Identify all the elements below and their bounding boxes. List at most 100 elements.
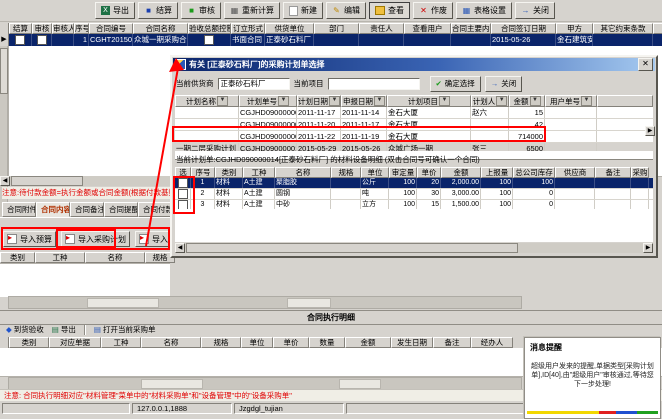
col-header[interactable]: 序号 [191,167,215,178]
col-header[interactable]: 单价 [273,337,309,348]
select-checkbox[interactable] [178,189,188,199]
col-header[interactable]: 计划日期▼ [297,95,341,107]
col-header[interactable]: 类别 [9,337,49,348]
scroll-right-icon[interactable]: ▶ [643,243,653,253]
col-header[interactable]: 对应单据 [49,337,101,348]
filter-arrow-icon[interactable]: ▼ [439,96,450,106]
col-header[interactable]: 总公司库存 [513,167,555,178]
import-budget-button[interactable]: 导入预算 [3,231,56,247]
project-input[interactable] [328,78,420,90]
col-header[interactable]: 单位 [241,337,273,348]
scrollbar-thumb[interactable] [11,176,83,186]
col-header[interactable]: 工种 [101,337,141,348]
col-header[interactable]: 序号 [74,23,89,34]
col-header[interactable]: 计划项目▼ [387,95,471,107]
col-header[interactable]: 验收总额控制 [188,23,231,34]
col-header[interactable]: 工种 [243,167,275,178]
open-current-po-button[interactable]: ▤打开当前采购单 [94,324,156,335]
arrival-acceptance-button[interactable]: ◆到货验收 [6,324,44,335]
settle-checkbox[interactable] [15,35,25,45]
tab-contract-attachment[interactable]: 合同附件 [2,202,36,217]
left-horizontal-scrollbar[interactable]: ◀ [0,176,170,186]
detail-row-selected[interactable]: 1 材料 A土建 聚脂胶 公斤 100 20 2,000.00 100 100 [175,178,653,189]
col-header[interactable]: 数量 [309,337,345,348]
col-header[interactable]: 类别 [0,252,35,263]
col-header[interactable]: 备注 [433,337,471,348]
col-header[interactable]: 合同编号 [89,23,133,34]
col-header[interactable]: 规格 [201,337,241,348]
col-header[interactable]: 工种 [35,252,85,263]
new-button[interactable]: 新建 [283,2,323,19]
plan-row[interactable]: CGJHD090000001 2011-11-17 2011-11-14 金石大… [175,107,653,119]
col-header[interactable]: 审核 [32,23,52,34]
col-header[interactable]: 合同主要内容 [451,23,491,34]
edit-button[interactable]: ✎编辑 [326,2,366,19]
tab-contract-payment[interactable]: 合同付款 [138,202,172,217]
col-header[interactable]: 应收 [653,23,662,34]
col-header[interactable]: 上报量 [481,167,513,178]
col-header[interactable]: 合同名称 [133,23,188,34]
col-header[interactable]: 计划单号▼ [239,95,297,107]
export-exec-button[interactable]: ▤导出 [52,324,76,335]
import-purchase-plan-button[interactable]: 导入采购计划 [61,231,130,247]
col-header[interactable]: 名称 [85,252,145,263]
confirm-select-button[interactable]: ✔确定选择 [430,76,481,92]
plan-row[interactable]: CGJHD090000002 2011-11-20 2011-11-17 金石大… [175,119,653,131]
tab-contract-content[interactable]: 合同内容 [36,202,70,217]
recalculate-button[interactable]: ▦重新计算 [224,2,280,19]
col-header[interactable]: 金额 [345,337,391,348]
col-header[interactable]: 审定量 [389,167,417,178]
col-header[interactable]: 单位 [361,167,389,178]
tab-contract-reminder[interactable]: 合同提醒 [104,202,138,217]
col-header[interactable]: 发生日期 [391,337,433,348]
col-header[interactable]: 计划人▼ [471,95,509,107]
col-header[interactable]: 责任人 [359,23,404,34]
col-header[interactable]: 采购 [631,167,649,178]
void-button[interactable]: ✕作废 [413,2,453,19]
view-button[interactable]: 查看 [369,2,410,19]
plan-row[interactable]: CGJHD090000004 2011-11-22 2011-11-19 金石大… [175,131,653,143]
scrollbar-thumb[interactable] [0,48,8,94]
select-checkbox[interactable] [178,178,188,188]
col-header[interactable]: 订立形式 [231,23,265,34]
col-header[interactable]: 合同签订日期 [491,23,556,34]
col-header[interactable]: 规格 [331,167,361,178]
col-header[interactable]: 结算 [9,23,32,34]
settle-button[interactable]: ■结算 [138,2,178,19]
col-header[interactable]: 审核人 [52,23,74,34]
col-header[interactable]: 名称 [275,167,331,178]
close-button[interactable]: →关闭 [515,2,555,19]
col-header[interactable]: 计划名称▼ [175,95,239,107]
supplier-input[interactable] [218,78,290,90]
grid-settings-button[interactable]: ▦表格设置 [456,2,512,19]
filter-arrow-icon[interactable]: ▼ [217,96,228,106]
dialog-close-x-icon[interactable]: ✕ [638,58,653,71]
filter-arrow-icon[interactable]: ▼ [496,96,507,106]
col-header[interactable]: 金额 [441,167,481,178]
col-header[interactable]: 部门 [314,23,359,34]
audit-checkbox[interactable] [37,35,47,45]
scroll-left-icon[interactable]: ◀ [175,243,185,253]
detail-row[interactable]: 2 材料 A土建 圆钢 吨 100 30 3,000.00 100 0 [175,189,653,200]
dialog-titlebar[interactable]: 有关 [正泰砂石料厂]的采购计划单选择 ✕ [173,58,655,71]
col-header[interactable]: 名称 [141,337,201,348]
col-header[interactable]: 选 [175,167,191,178]
acceptance-control-checkbox[interactable] [204,35,214,45]
scrollbar-thumb[interactable] [186,243,518,253]
col-header[interactable]: 供应商 [555,167,595,178]
col-header[interactable]: 单价 [417,167,441,178]
col-header[interactable]: 其它约束条款 [593,23,653,34]
message-popup[interactable]: 消息提醒 超级用户发来的提醒,单据类型[采购计划单],ID[40],由"超级用户… [524,337,661,419]
filter-arrow-icon[interactable]: ▼ [278,96,289,106]
col-header[interactable]: 申报日期▼ [341,95,387,107]
filter-arrow-icon[interactable]: ▼ [530,96,541,106]
export-button[interactable]: X导出 [95,2,135,19]
col-header[interactable]: 经办人 [471,337,513,348]
col-header[interactable]: 备注 [595,167,631,178]
col-header[interactable]: 用户单号▼ [545,95,597,107]
col-header[interactable]: 类别 [215,167,243,178]
filter-arrow-icon[interactable]: ▼ [374,96,385,106]
scroll-right-icon[interactable]: ▶ [645,126,655,136]
col-header[interactable]: 甲方 [556,23,593,34]
audit-button[interactable]: ■审核 [181,2,221,19]
